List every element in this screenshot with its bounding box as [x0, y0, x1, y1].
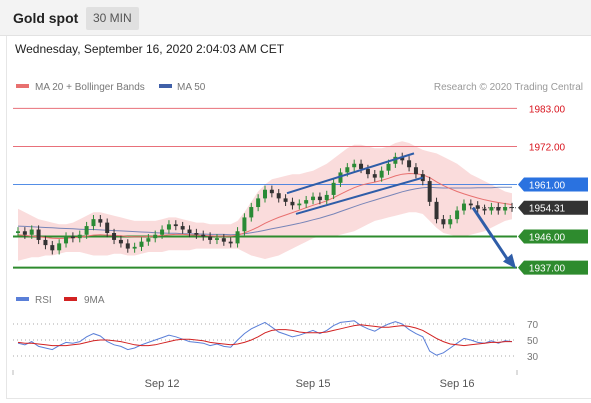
candle-body — [112, 233, 117, 240]
candle-body — [482, 208, 487, 211]
level-labels: 1983.00 1972.00 1961.00 1954.31 1946.00 1937.… — [518, 104, 588, 275]
ma20-legend-swatch — [16, 84, 29, 88]
candle-body — [269, 189, 274, 194]
candle-body — [98, 219, 103, 223]
rsi-tick-70: 70 — [527, 320, 539, 331]
credit-text: Research © 2020 Trading Central — [434, 82, 583, 93]
candle-body — [84, 226, 89, 235]
candle-body — [139, 241, 144, 247]
legend-rsi: RSI 9MA — [16, 295, 105, 306]
candle-body — [496, 207, 501, 211]
candle-body — [187, 229, 192, 233]
candle-body — [64, 236, 69, 244]
candle-body — [379, 170, 384, 178]
candle-body — [283, 198, 288, 202]
rsi-panel: 30 50 70 — [13, 320, 539, 363]
candle-body — [208, 236, 213, 240]
candle-body — [510, 207, 514, 209]
rsi-ma-legend-swatch — [64, 297, 77, 301]
candle-body — [153, 234, 158, 239]
candle-body — [372, 174, 377, 178]
x-axis: Sep 12 Sep 15 Sep 16 — [12, 370, 518, 390]
price-chart: MA 20 + Bollinger Bands MA 50 Research ©… — [12, 82, 588, 390]
candle-body — [105, 222, 110, 233]
candle-body — [448, 219, 453, 225]
candle-body — [263, 189, 267, 199]
candle-body — [503, 207, 508, 211]
level-label-1961-00: 1961.00 — [529, 181, 566, 192]
candle-body — [235, 231, 240, 244]
candle-body — [441, 219, 446, 225]
candle-body — [434, 201, 439, 220]
candle-body — [297, 203, 302, 206]
level-label-1954-31: 1954.31 — [529, 204, 566, 215]
level-label-1946-00: 1946.00 — [529, 232, 566, 243]
candle-body — [413, 167, 418, 175]
candle-body — [276, 193, 281, 199]
candle-body — [455, 210, 460, 220]
candle-body — [146, 238, 151, 242]
candle-body — [29, 229, 34, 235]
ma50-legend-swatch — [159, 84, 172, 88]
candle-body — [256, 198, 261, 208]
candle-body — [489, 207, 494, 211]
candle-body — [125, 243, 130, 249]
candle-body — [22, 231, 27, 235]
candle-body — [468, 203, 473, 206]
candle-body — [304, 200, 309, 204]
rsi-line — [17, 320, 513, 356]
candle-body — [461, 203, 466, 211]
candle-body — [57, 243, 62, 251]
candle-body — [221, 238, 226, 242]
candle-body — [331, 182, 336, 195]
candle-body — [475, 205, 480, 209]
rsi-tick-30: 30 — [527, 352, 539, 363]
candle-body — [43, 239, 48, 246]
candle-body — [352, 163, 357, 168]
candle-body — [324, 194, 329, 201]
candle-body — [16, 231, 20, 233]
candle-body — [118, 239, 123, 244]
candle-body — [70, 236, 75, 239]
candle-body — [194, 233, 199, 235]
candle-body — [242, 217, 247, 232]
candle-body — [311, 196, 316, 201]
rsi-legend-label: RSI — [35, 295, 52, 306]
legend-top: MA 20 + Bollinger Bands MA 50 Research ©… — [16, 82, 583, 93]
candle-body — [36, 229, 41, 240]
level-label-1937-00: 1937.00 — [529, 264, 566, 275]
candle-body — [132, 246, 137, 249]
candle-body — [345, 167, 350, 173]
candle-body — [91, 219, 96, 227]
candle-body — [386, 163, 391, 171]
candle-body — [407, 160, 412, 168]
candle-body — [50, 245, 55, 251]
candle-body — [427, 181, 432, 202]
rsi-legend-swatch — [16, 297, 29, 301]
candle-body — [160, 229, 165, 235]
candle-body — [180, 226, 185, 230]
rsi-tick-50: 50 — [527, 336, 539, 347]
candle-body — [317, 196, 322, 201]
ma50-legend-label: MA 50 — [177, 82, 206, 93]
candle-body — [214, 238, 219, 240]
ma20-legend-label: MA 20 + Bollinger Bands — [35, 82, 145, 93]
rsi-ma-line — [17, 324, 512, 347]
candle-body — [201, 234, 206, 237]
candle-body — [249, 207, 254, 218]
candle-body — [228, 241, 233, 244]
candle-body — [290, 201, 295, 206]
level-label-1983-00: 1983.00 — [529, 104, 566, 115]
x-tick-label: Sep 16 — [440, 378, 475, 390]
candle-body — [77, 234, 82, 239]
level-label-1972-00: 1972.00 — [529, 142, 566, 153]
x-tick-label: Sep 12 — [145, 378, 180, 390]
candle-body — [359, 163, 364, 169]
candle-body — [166, 224, 171, 230]
x-tick-label: Sep 15 — [296, 378, 331, 390]
rsi-ma-legend-label: 9MA — [84, 295, 105, 306]
candle-body — [173, 224, 178, 227]
candle-body — [365, 168, 370, 175]
